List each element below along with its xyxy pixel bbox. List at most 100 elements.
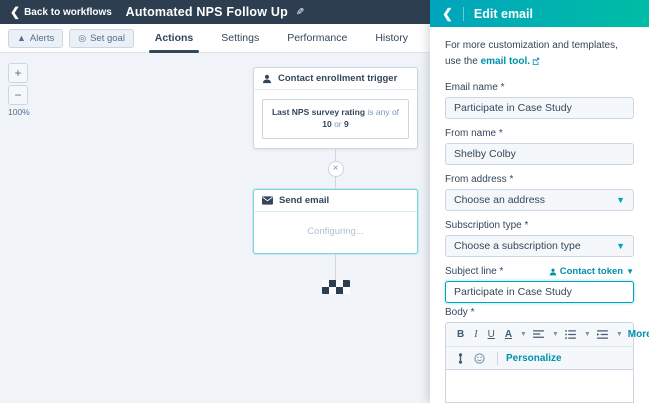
condition-value-1: 10: [322, 118, 332, 129]
tab-history[interactable]: History: [361, 24, 422, 52]
edit-title-pencil-icon[interactable]: ✎: [296, 7, 304, 18]
email-body-editor[interactable]: [445, 370, 634, 403]
tab-performance[interactable]: Performance: [273, 24, 361, 52]
align-icon: [533, 330, 544, 338]
from-name-input[interactable]: [445, 143, 634, 165]
panel-header: ❮ Edit email: [430, 0, 649, 27]
from-name-field-group: From name *: [445, 128, 634, 165]
align-button[interactable]: [529, 323, 548, 346]
trigger-header-label: Contact enrollment trigger: [278, 73, 398, 84]
delete-connector-button[interactable]: ×: [327, 160, 344, 177]
send-email-header-label: Send email: [279, 194, 330, 206]
zoom-out-button[interactable]: −: [8, 85, 28, 105]
contact-token-link[interactable]: Contact token ▼: [549, 266, 634, 277]
back-label: Back to workflows: [24, 6, 112, 18]
header-divider: [462, 6, 464, 21]
underline-button[interactable]: U: [484, 323, 499, 346]
from-name-label: From name *: [445, 128, 503, 139]
workflow-node-column: Contact enrollment trigger Last NPS surv…: [253, 67, 418, 294]
enrollment-condition[interactable]: Last NPS survey rating is any of 10 or 9: [262, 99, 409, 139]
contact-person-icon: [263, 74, 271, 83]
contact-token-person-icon: [549, 268, 556, 275]
insert-token-icon: [458, 352, 463, 364]
body-label: Body *: [445, 307, 475, 318]
send-email-card-header: Send email: [254, 190, 417, 212]
email-name-label: Email name *: [445, 82, 505, 93]
workflow-title: Automated NPS Follow Up: [125, 5, 288, 19]
warning-icon: ▲: [17, 32, 26, 43]
insert-token-button[interactable]: [453, 347, 468, 369]
toolbar-divider: [497, 351, 498, 365]
font-color-caret-icon[interactable]: ▼: [520, 331, 527, 338]
from-address-value: Choose an address: [454, 194, 546, 206]
chevron-down-icon: ▼: [626, 267, 634, 276]
set-goal-button[interactable]: ◎ Set goal: [69, 28, 134, 48]
workflow-workspace: ❮ Back to workflows Automated NPS Follow…: [0, 0, 430, 403]
external-link-icon: [532, 57, 540, 65]
workflow-tabs: Actions Settings Performance History: [141, 24, 422, 53]
panel-back-chevron-icon[interactable]: ❮: [442, 7, 453, 20]
tab-actions-label: Actions: [154, 32, 194, 44]
more-label: More: [627, 329, 649, 340]
more-formatting-button[interactable]: More ▼: [625, 329, 649, 340]
tab-settings[interactable]: Settings: [207, 24, 273, 52]
subscription-type-field-group: Subscription type * Choose a subscriptio…: [445, 220, 634, 257]
subject-label-row: Subject line * Contact token ▼: [445, 266, 634, 277]
connector-line-bottom: [335, 253, 336, 280]
workflow-canvas[interactable]: + − 100% Contact enrollment trigger Last…: [0, 53, 430, 403]
bullet-list-caret-icon[interactable]: ▼: [584, 331, 591, 338]
subject-line-label: Subject line *: [445, 266, 504, 277]
tab-settings-label: Settings: [221, 32, 260, 44]
from-address-select[interactable]: Choose an address ▼: [445, 189, 634, 211]
insert-row: Personalize: [446, 346, 633, 369]
contact-enrollment-trigger-card[interactable]: Contact enrollment trigger Last NPS surv…: [253, 67, 418, 149]
align-caret-icon[interactable]: ▼: [552, 331, 559, 338]
email-name-input[interactable]: [445, 97, 634, 119]
alerts-button[interactable]: ▲ Alerts: [8, 28, 64, 48]
chevron-down-icon: ▼: [616, 241, 625, 251]
send-email-action-card[interactable]: Send email Configuring...: [253, 188, 418, 254]
personalize-button[interactable]: Personalize: [506, 353, 562, 364]
goal-target-icon: ◎: [78, 32, 87, 43]
condition-value-2: 9: [344, 118, 349, 129]
indent-caret-icon[interactable]: ▼: [616, 331, 623, 338]
italic-button[interactable]: I: [470, 323, 481, 346]
subject-line-field-group: Subject line * Contact token ▼: [445, 266, 634, 303]
bullet-list-button[interactable]: [561, 323, 580, 346]
top-navigation-bar: ❮ Back to workflows Automated NPS Follow…: [0, 0, 430, 24]
body-field-group: Body * B I U A ▼ ▼ ▼ ▼ More Personalize: [445, 307, 649, 403]
bold-button[interactable]: B: [453, 323, 468, 346]
email-tool-link[interactable]: email tool.: [481, 56, 530, 67]
indent-button[interactable]: [593, 323, 612, 346]
formatting-row: B I U A ▼ ▼ ▼ ▼ More: [446, 323, 649, 346]
condition-field: Last NPS survey rating: [271, 107, 366, 117]
tab-actions[interactable]: Actions: [141, 24, 208, 53]
subject-line-input[interactable]: [445, 281, 634, 303]
trigger-card-body: Last NPS survey rating is any of 10 or 9: [254, 90, 417, 148]
zoom-level: 100%: [8, 107, 30, 117]
email-name-field-group: Email name *: [445, 82, 634, 119]
connector-line-top: ×: [327, 148, 344, 189]
emoji-button[interactable]: [470, 347, 489, 369]
alerts-label: Alerts: [29, 32, 55, 44]
from-address-field-group: From address * Choose an address ▼: [445, 174, 634, 211]
condition-operator: is any of: [367, 107, 400, 117]
panel-title: Edit email: [473, 6, 533, 21]
condition-conjunction: or: [334, 118, 342, 129]
back-to-workflows-link[interactable]: ❮ Back to workflows: [10, 6, 112, 18]
chevron-down-icon: ▼: [616, 195, 625, 205]
email-envelope-icon: [262, 196, 273, 205]
trigger-card-header: Contact enrollment trigger: [254, 68, 417, 90]
subscription-type-value: Choose a subscription type: [454, 240, 581, 252]
zoom-in-button[interactable]: +: [8, 63, 28, 83]
rich-text-toolbar: B I U A ▼ ▼ ▼ ▼ More Personalize: [445, 322, 649, 370]
subscription-type-label: Subscription type *: [445, 220, 529, 231]
font-color-button[interactable]: A: [501, 323, 516, 346]
emoji-smiley-icon: [474, 352, 485, 364]
from-address-label: From address *: [445, 174, 514, 185]
zoom-controls: + − 100%: [8, 63, 30, 117]
workflow-end-flag-icon: [321, 279, 350, 294]
edit-email-panel: ❮ Edit email For more customization and …: [430, 0, 649, 403]
subscription-type-select[interactable]: Choose a subscription type ▼: [445, 235, 634, 257]
configuring-status: Configuring...: [307, 225, 364, 237]
